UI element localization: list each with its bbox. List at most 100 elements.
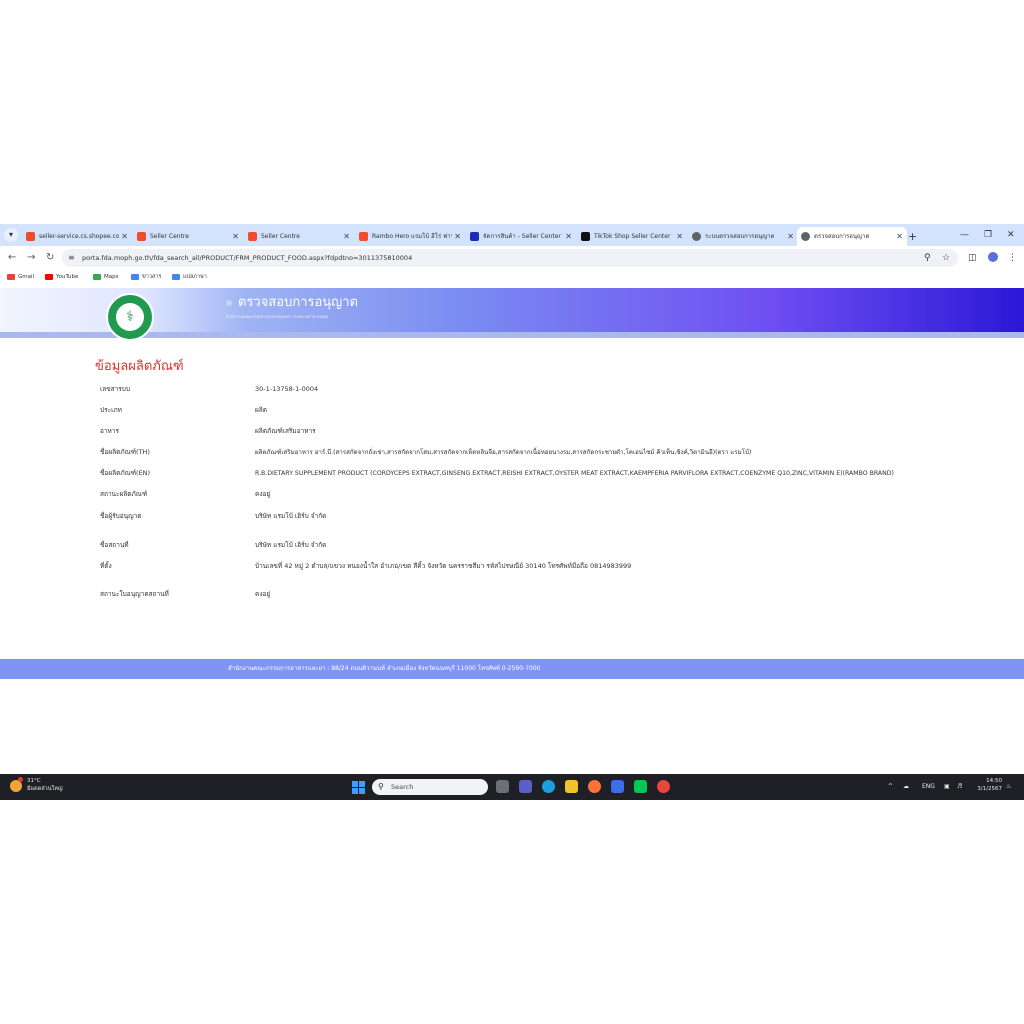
volume-icon[interactable]: ♬ [957, 774, 962, 800]
search-icon: ⚲ [378, 782, 384, 791]
bookmark-gmail[interactable]: Gmail [7, 270, 34, 284]
shopee-icon [359, 232, 368, 241]
tab-shopee-service[interactable]: seller-service.cs.shopee.co ✕ [22, 227, 132, 246]
tab-fda-check-active[interactable]: ตรวจสอบการอนุญาต ✕ [797, 227, 907, 246]
tab-fda-system[interactable]: ระบบตรวจสอบการอนุญาต ✕ [688, 227, 798, 246]
windows-taskbar: 31°C มีแดดส่วนใหญ่ ⚲ Search ^ ☁ ENG ▣ ♬ … [0, 774, 1024, 800]
globe-icon [692, 232, 701, 241]
tab-title: TikTok Shop Seller Center [594, 233, 671, 240]
close-icon[interactable]: ✕ [787, 227, 794, 246]
minimize-icon[interactable]: — [960, 226, 969, 244]
section-title: ข้อมูลผลิตภัณฑ์ [95, 359, 184, 374]
banner-divider [0, 332, 1024, 338]
value-address: บ้านเลขที่ 42 หมู่ 2 ตำบล/แขวง หนองน้ำใส… [255, 562, 632, 570]
label-product-name-th: ชื่อผลิตภัณฑ์(TH) [100, 448, 150, 456]
tab-title: Seller Centre [261, 233, 300, 240]
label-product-name-en: ชื่อผลิตภัณฑ์(EN) [100, 469, 151, 477]
tab-search-button[interactable]: ▾ [4, 228, 18, 242]
tab-title: Rambo Hero แรมโบ้ ฮีโร่ ฟาร์มา [372, 233, 452, 240]
close-icon[interactable]: ✕ [343, 227, 350, 246]
tab-seller-centre-1[interactable]: Seller Centre ✕ [133, 227, 243, 246]
edge-icon[interactable] [542, 780, 555, 793]
moph-logo[interactable]: ⚕ [106, 293, 154, 341]
label-type: ประเภท [100, 406, 122, 414]
close-icon[interactable]: ✕ [896, 227, 903, 246]
page-viewport: ⚕ ตรวจสอบการอนุญาต สำนักงานคณะกรรมการอาห… [0, 288, 1024, 774]
value-product-name-th: ผลิตภัณฑ์เสริมอาหาร อาร์.บี.(สารสกัดจากถ… [255, 449, 752, 456]
close-icon[interactable]: ✕ [121, 227, 128, 246]
value-product-name-en: R.B.DIETARY SUPPLEMENT PRODUCT (CORDYCEP… [255, 470, 894, 477]
tab-title: จัดการสินค้า - Seller Center [483, 233, 561, 240]
close-icon[interactable]: ✕ [565, 227, 572, 246]
shopee-icon [26, 232, 35, 241]
bookmark-news[interactable]: ข่าวสาร [131, 270, 161, 284]
address-bar[interactable]: ≡ porta.fda.moph.go.th/fda_search_all/PR… [62, 249, 958, 267]
page-title: ตรวจสอบการอนุญาต [238, 295, 359, 310]
bookmark-translate[interactable]: แปลภาษา [172, 270, 207, 284]
profile-avatar[interactable] [988, 252, 998, 262]
zoom-icon[interactable]: ⚲ [924, 252, 931, 264]
side-panel-icon[interactable]: ◫ [968, 251, 977, 265]
tab-rambo-hero[interactable]: Rambo Hero แรมโบ้ ฮีโร่ ฟาร์มา ✕ [355, 227, 465, 246]
value-food-category: ผลิตภัณฑ์เสริมอาหาร [255, 427, 316, 435]
bookmark-star-icon[interactable]: ☆ [942, 252, 950, 264]
file-explorer-icon[interactable] [565, 780, 578, 793]
footer-address: สำนักงานคณะกรรมการอาหารและยา : 88/24 ถนน… [228, 665, 541, 672]
label-premises-license-status: สถานะใบอนุญาตสถานที่ [100, 590, 169, 598]
bookmark-label: Maps [104, 274, 119, 280]
weather-temperature[interactable]: 31°C [27, 778, 41, 785]
banner-dot-icon [226, 300, 232, 306]
forward-icon[interactable]: → [27, 251, 35, 265]
notification-badge [18, 777, 23, 782]
value-registration-no: 30-1-13758-1-0004 [255, 385, 319, 393]
teams-icon[interactable] [519, 780, 532, 793]
onedrive-cloud-icon[interactable]: ☁ [903, 774, 909, 800]
tab-title: seller-service.cs.shopee.co [39, 233, 119, 240]
bookmark-youtube[interactable]: YouTube [45, 270, 78, 284]
task-view-icon[interactable] [496, 780, 509, 793]
clock-date[interactable]: 3/1/2567 [974, 786, 1002, 793]
bookmarks-bar: Gmail YouTube Maps ข่าวสาร แปลภาษา [0, 270, 1024, 288]
tab-tiktok-seller[interactable]: TikTok Shop Seller Center ✕ [577, 227, 687, 246]
notification-bell-icon[interactable]: ♨ [1006, 774, 1011, 800]
globe-icon [801, 232, 810, 241]
lazada-heart-icon [470, 232, 479, 241]
page-footer: สำนักงานคณะกรรมการอาหารและยา : 88/24 ถนน… [0, 659, 1024, 679]
gmail-icon [7, 273, 15, 280]
search-placeholder: Search [391, 783, 414, 791]
weather-description[interactable]: มีแดดส่วนใหญ่ [27, 786, 63, 793]
screenshot-frame: ▾ seller-service.cs.shopee.co ✕ Seller C… [0, 224, 1024, 800]
browser-toolbar: ← → ↻ ≡ porta.fda.moph.go.th/fda_search_… [0, 246, 1024, 270]
url-text[interactable]: porta.fda.moph.go.th/fda_search_all/PROD… [82, 249, 412, 267]
bookmark-label: แปลภาษา [183, 274, 207, 280]
windows-start-icon[interactable] [352, 781, 365, 794]
tab-lazada-seller[interactable]: จัดการสินค้า - Seller Center ✕ [466, 227, 576, 246]
menu-kebab-icon[interactable]: ⋮ [1008, 251, 1017, 265]
reload-icon[interactable]: ↻ [46, 251, 54, 265]
close-icon[interactable]: ✕ [454, 227, 461, 246]
tab-title: Seller Centre [150, 233, 189, 240]
media-player-icon[interactable] [611, 780, 624, 793]
label-registration-no: เลขสารบบ [100, 385, 131, 393]
close-icon[interactable]: ✕ [232, 227, 239, 246]
network-icon[interactable]: ▣ [944, 774, 950, 800]
bookmark-label: YouTube [56, 274, 79, 280]
chrome-icon[interactable] [657, 780, 670, 793]
firefox-icon[interactable] [588, 780, 601, 793]
new-tab-button[interactable]: + [908, 227, 917, 246]
clock-time[interactable]: 14:50 [984, 778, 1002, 785]
tab-seller-centre-2[interactable]: Seller Centre ✕ [244, 227, 354, 246]
site-info-icon[interactable]: ≡ [68, 252, 75, 264]
window-close-icon[interactable]: ✕ [1007, 226, 1015, 244]
value-premises-license-status: คงอยู่ [255, 590, 271, 598]
close-icon[interactable]: ✕ [676, 227, 683, 246]
language-indicator[interactable]: ENG [922, 774, 935, 800]
restore-icon[interactable]: ❐ [984, 226, 992, 244]
caduceus-icon: ⚕ [126, 309, 134, 325]
bookmark-label: Gmail [18, 274, 35, 280]
back-icon[interactable]: ← [8, 251, 16, 265]
bookmark-maps[interactable]: Maps [93, 270, 118, 284]
line-icon[interactable] [634, 780, 647, 793]
tray-chevron-icon[interactable]: ^ [888, 774, 893, 800]
taskbar-search[interactable]: ⚲ Search [372, 779, 488, 795]
